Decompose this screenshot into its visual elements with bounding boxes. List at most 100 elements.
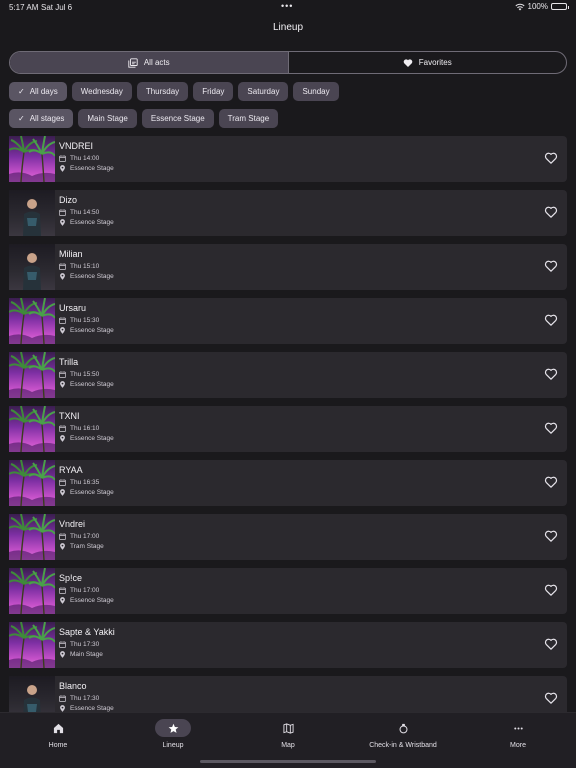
favorite-heart-icon[interactable] bbox=[544, 583, 558, 597]
artist-photo bbox=[23, 252, 41, 290]
tab-label: Map bbox=[281, 742, 295, 749]
chip-label: Tram Stage bbox=[227, 114, 270, 123]
chip-all-stages[interactable]: ✓ All stages bbox=[9, 109, 74, 128]
act-row[interactable]: Vndrei Thu 17:00 Tram Stage bbox=[9, 514, 567, 560]
favorite-heart-icon[interactable] bbox=[544, 529, 558, 543]
act-stage-row: Essence Stage bbox=[59, 381, 114, 388]
act-stage: Tram Stage bbox=[70, 543, 104, 550]
act-stage: Essence Stage bbox=[70, 327, 114, 334]
favorite-heart-icon[interactable] bbox=[544, 475, 558, 489]
act-stage: Essence Stage bbox=[70, 435, 114, 442]
act-info: Dizo Thu 14:50 Essence Stage bbox=[59, 190, 114, 236]
act-time: Thu 14:50 bbox=[70, 209, 100, 216]
act-info: Sapte & Yakki Thu 17:30 Main Stage bbox=[59, 622, 115, 668]
act-time: Thu 16:35 bbox=[70, 479, 100, 486]
act-thumbnail bbox=[9, 190, 55, 236]
chip-label: Friday bbox=[202, 87, 225, 96]
act-row[interactable]: RYAA Thu 16:35 Essence Stage bbox=[9, 460, 567, 506]
favorite-heart-icon[interactable] bbox=[544, 313, 558, 327]
act-info: Trilla Thu 15:50 Essence Stage bbox=[59, 352, 114, 398]
segment-all-acts[interactable]: All acts bbox=[10, 52, 289, 73]
tab-checkin-wristband[interactable]: Check-in & Wristband bbox=[353, 719, 453, 749]
tab-label: Lineup bbox=[162, 742, 184, 749]
location-pin-icon bbox=[60, 273, 65, 280]
chip-main-stage[interactable]: Main Stage bbox=[78, 109, 137, 128]
palm-artwork bbox=[9, 352, 55, 398]
segment-favorites[interactable]: Favorites bbox=[289, 52, 567, 73]
act-info: Milian Thu 15:10 Essence Stage bbox=[59, 244, 114, 290]
act-thumbnail bbox=[9, 460, 55, 506]
act-stage-row: Essence Stage bbox=[59, 327, 114, 334]
act-thumbnail bbox=[9, 352, 55, 398]
chip-label: Wednesday bbox=[80, 87, 123, 96]
favorite-heart-icon[interactable] bbox=[544, 151, 558, 165]
palm-artwork bbox=[9, 136, 55, 182]
act-time-row: Thu 15:50 bbox=[59, 371, 114, 378]
favorite-heart-icon[interactable] bbox=[544, 637, 558, 651]
act-stage: Essence Stage bbox=[70, 597, 114, 604]
favorite-heart-icon[interactable] bbox=[544, 421, 558, 435]
tab-label: Check-in & Wristband bbox=[369, 742, 437, 749]
act-time-row: Thu 14:00 bbox=[59, 155, 114, 162]
act-time-row: Thu 15:10 bbox=[59, 263, 114, 270]
chip-all-days[interactable]: ✓ All days bbox=[9, 82, 67, 101]
chip-sunday[interactable]: Sunday bbox=[293, 82, 339, 101]
act-row[interactable]: Ursaru Thu 15:30 Essence Stage bbox=[9, 298, 567, 344]
multitasking-dots[interactable]: ••• bbox=[281, 1, 293, 11]
tab-home[interactable]: Home bbox=[8, 719, 108, 749]
star-icon bbox=[168, 723, 178, 733]
segment-label: All acts bbox=[143, 58, 170, 67]
act-row[interactable]: Trilla Thu 15:50 Essence Stage bbox=[9, 352, 567, 398]
act-row[interactable]: TXNI Thu 16:10 Essence Stage bbox=[9, 406, 567, 452]
act-time: Thu 15:30 bbox=[70, 317, 100, 324]
calendar-icon bbox=[59, 425, 66, 432]
act-time: Thu 17:30 bbox=[70, 641, 100, 648]
chip-friday[interactable]: Friday bbox=[193, 82, 234, 101]
location-pin-icon bbox=[60, 543, 65, 550]
act-stage-row: Essence Stage bbox=[59, 705, 114, 712]
act-stage: Main Stage bbox=[70, 651, 103, 658]
wristband-icon bbox=[399, 723, 407, 733]
chip-label: All stages bbox=[29, 114, 65, 123]
status-time: 5:17 AM bbox=[9, 3, 39, 12]
home-indicator[interactable] bbox=[200, 760, 376, 763]
act-thumbnail bbox=[9, 676, 55, 712]
acts-list[interactable]: VNDREI Thu 14:00 Essence Stage Dizo Thu … bbox=[9, 136, 567, 712]
chip-saturday[interactable]: Saturday bbox=[238, 82, 289, 101]
favorite-heart-icon[interactable] bbox=[544, 367, 558, 381]
act-info: Blanco Thu 17:30 Essence Stage bbox=[59, 676, 114, 712]
act-stage: Essence Stage bbox=[70, 489, 114, 496]
act-stage-row: Essence Stage bbox=[59, 273, 114, 280]
act-name: Milian bbox=[59, 249, 83, 259]
favorite-heart-icon[interactable] bbox=[544, 691, 558, 705]
location-pin-icon bbox=[60, 489, 65, 496]
palm-artwork bbox=[9, 298, 55, 344]
chip-label: Sunday bbox=[302, 87, 330, 96]
chip-tram-stage[interactable]: Tram Stage bbox=[218, 109, 279, 128]
act-row[interactable]: Sp!ce Thu 17:00 Essence Stage bbox=[9, 568, 567, 614]
favorite-heart-icon[interactable] bbox=[544, 259, 558, 273]
act-info: TXNI Thu 16:10 Essence Stage bbox=[59, 406, 114, 452]
act-row[interactable]: Dizo Thu 14:50 Essence Stage bbox=[9, 190, 567, 236]
tab-more[interactable]: More bbox=[468, 719, 568, 749]
act-row[interactable]: Milian Thu 15:10 Essence Stage bbox=[9, 244, 567, 290]
tab-lineup[interactable]: Lineup bbox=[123, 719, 223, 749]
act-stage-row: Main Stage bbox=[59, 651, 115, 658]
chip-essence-stage[interactable]: Essence Stage bbox=[141, 109, 214, 128]
chip-label: Saturday bbox=[247, 87, 280, 96]
act-time-row: Thu 16:10 bbox=[59, 425, 114, 432]
act-thumbnail bbox=[9, 406, 55, 452]
palm-artwork bbox=[9, 406, 55, 452]
favorite-heart-icon[interactable] bbox=[544, 205, 558, 219]
act-row[interactable]: VNDREI Thu 14:00 Essence Stage bbox=[9, 136, 567, 182]
calendar-icon bbox=[59, 263, 66, 270]
act-row[interactable]: Sapte & Yakki Thu 17:30 Main Stage bbox=[9, 622, 567, 668]
location-pin-icon bbox=[60, 597, 65, 604]
artist-photo bbox=[23, 198, 41, 236]
act-row[interactable]: Blanco Thu 17:30 Essence Stage bbox=[9, 676, 567, 712]
chip-wednesday[interactable]: Wednesday bbox=[71, 82, 132, 101]
chip-thursday[interactable]: Thursday bbox=[136, 82, 189, 101]
artist-photo bbox=[23, 684, 41, 712]
tab-map[interactable]: Map bbox=[238, 719, 338, 749]
act-time-row: Thu 14:50 bbox=[59, 209, 114, 216]
